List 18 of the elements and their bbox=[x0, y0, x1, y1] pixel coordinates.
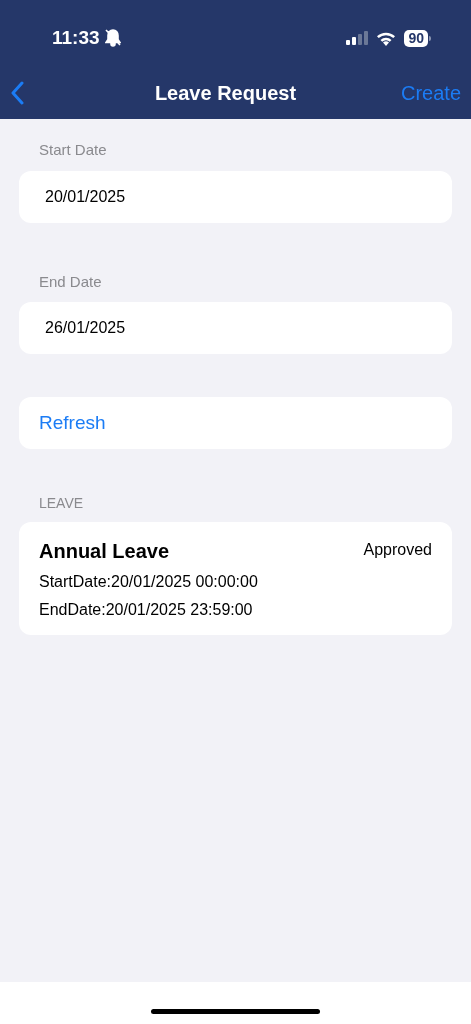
refresh-button[interactable]: Refresh bbox=[19, 397, 452, 449]
nav-title: Leave Request bbox=[154, 80, 297, 106]
back-icon bbox=[10, 80, 24, 105]
leave-type: Annual Leave bbox=[39, 539, 170, 564]
field-label: End Date bbox=[39, 271, 103, 292]
battery-indicator: 90 bbox=[404, 29, 428, 47]
field-label: Start Date bbox=[39, 140, 108, 160]
wifi-icon bbox=[376, 30, 397, 46]
section-header: LEAVE bbox=[39, 494, 85, 513]
leave-end: EndDate:20/01/2025 23:59:00 bbox=[39, 600, 254, 620]
date-field[interactable]: 20/01/2025 bbox=[19, 170, 452, 223]
leave-status: Approved bbox=[363, 540, 432, 560]
muted-bell-icon bbox=[104, 29, 121, 47]
leave-card[interactable]: Annual Leave Approved StartDate:20/01/2025 00:00:00 EndDate:20/01/2025 23:59:00 bbox=[19, 522, 452, 635]
date-field[interactable]: 26/01/2025 bbox=[19, 302, 452, 354]
leave-start: StartDate:20/01/2025 00:00:00 bbox=[39, 572, 259, 592]
signal-icon bbox=[346, 31, 369, 45]
status-time: 11:33 bbox=[52, 25, 100, 50]
